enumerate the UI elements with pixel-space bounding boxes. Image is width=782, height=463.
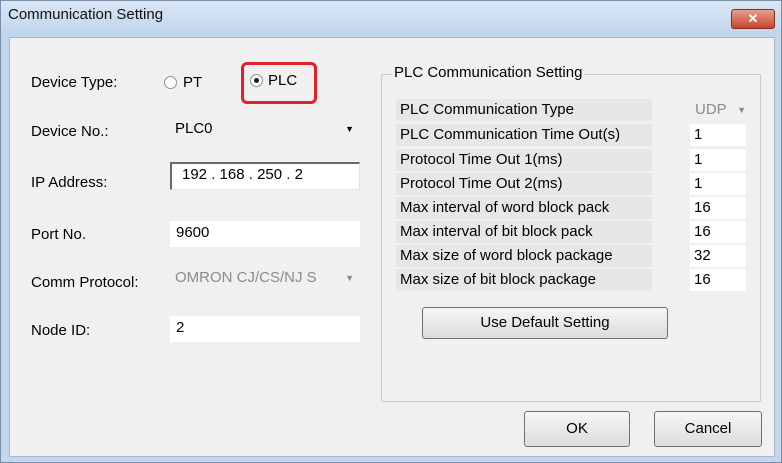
comm-protocol-label: Comm Protocol: [31,274,139,291]
max-size-word-input[interactable]: 32 [690,245,746,267]
ip-octet-4: 2 [294,166,303,183]
node-id-label: Node ID: [31,322,91,339]
max-interval-word-label: Max interval of word block pack [396,197,652,219]
max-interval-bit-label: Max interval of bit block pack [396,221,652,243]
protocol-timeout-2-input[interactable]: 1 [690,173,746,195]
ok-button[interactable]: OK [524,411,630,447]
communication-setting-dialog: Communication Setting ✕ Device Type: PT … [0,0,782,463]
protocol-timeout-1-label: Protocol Time Out 1(ms) [396,149,652,171]
plc-comm-type-label: PLC Communication Type [396,99,652,121]
close-button[interactable]: ✕ [731,9,775,29]
chevron-down-icon: ▼ [345,124,354,134]
title-bar[interactable]: Communication Setting ✕ [1,1,781,29]
port-no-label: Port No. [31,226,87,243]
chevron-down-icon: ▼ [737,105,746,115]
radio-plc[interactable] [250,74,263,87]
ip-address-label: IP Address: [31,174,108,191]
max-interval-word-input[interactable]: 16 [690,197,746,219]
ip-dot: . [286,166,295,183]
plc-comm-timeout-label: PLC Communication Time Out(s) [396,124,652,146]
node-id-input[interactable]: 2 [170,316,360,342]
device-no-label: Device No.: [31,123,109,140]
plc-group-title: PLC Communication Setting [392,64,585,81]
plc-comm-timeout-input[interactable]: 1 [690,124,746,146]
plc-comm-type-value: UDP [695,101,727,118]
radio-pt[interactable] [164,76,177,89]
protocol-timeout-1-input[interactable]: 1 [690,149,746,171]
ip-dot: . [248,166,258,183]
close-icon: ✕ [747,11,759,26]
protocol-timeout-2-label: Protocol Time Out 2(ms) [396,173,652,195]
node-id-value: 2 [176,319,185,336]
device-no-select[interactable]: PLC0 ▼ [170,117,360,143]
port-no-value: 9600 [176,224,210,241]
device-no-value: PLC0 [175,120,213,137]
chevron-down-icon: ▼ [345,273,354,283]
use-default-setting-button[interactable]: Use Default Setting [422,307,668,339]
comm-protocol-select[interactable]: OMRON CJ/CS/NJ S ▼ [170,266,360,292]
dialog-client-area: Device Type: PT PLC Device No.: PLC0 ▼ I… [9,37,775,457]
port-no-input[interactable]: 9600 [170,221,360,247]
comm-protocol-value: OMRON CJ/CS/NJ S [175,269,317,286]
ip-octet-2: 168 [219,166,245,183]
cancel-button[interactable]: Cancel [654,411,762,447]
ip-address-input[interactable]: 192 . 168 . 250 . 2 [170,162,360,190]
ip-octet-3: 250 [257,166,283,183]
max-size-bit-input[interactable]: 16 [690,269,746,291]
radio-pt-label[interactable]: PT [183,74,202,91]
device-type-label: Device Type: [31,74,118,91]
window-title: Communication Setting [8,6,164,23]
radio-plc-label[interactable]: PLC [268,72,297,89]
max-size-word-label: Max size of word block package [396,245,652,267]
radio-selected-dot [254,78,259,83]
max-size-bit-label: Max size of bit block package [396,269,652,291]
max-interval-bit-input[interactable]: 16 [690,221,746,243]
ip-dot: . [211,166,220,183]
ip-octet-1: 192 [182,166,208,183]
plc-comm-type-select[interactable]: UDP ▼ [690,98,750,122]
